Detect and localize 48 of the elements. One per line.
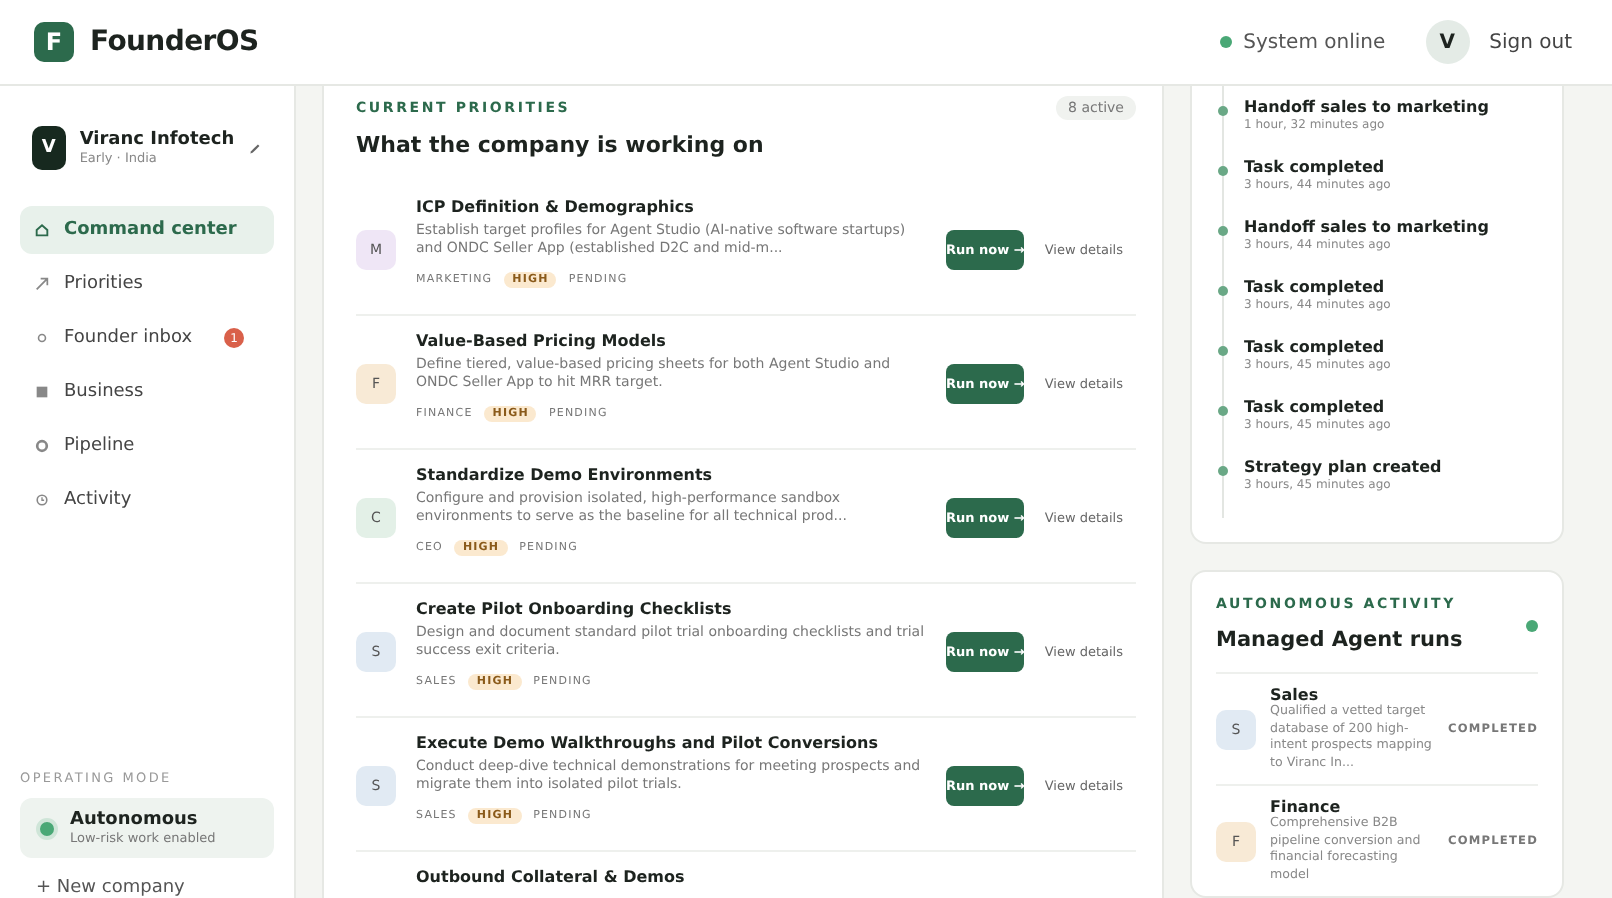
mode-title: Autonomous bbox=[70, 810, 200, 830]
card-title: Managed Agent runs bbox=[1216, 628, 1463, 652]
priority-title: Value-Based Pricing Models bbox=[416, 332, 668, 350]
app-name: FounderOS bbox=[90, 26, 259, 58]
timeline-dot-icon bbox=[1218, 106, 1228, 116]
new-company-link[interactable]: + New company bbox=[36, 878, 274, 898]
nav-item[interactable]: Command center bbox=[20, 206, 274, 254]
company-name: Viranc Infotech bbox=[79, 130, 235, 150]
agent-name: Sales bbox=[1270, 686, 1321, 704]
priority-title: Outbound Collateral & Demos bbox=[416, 868, 687, 886]
nav-item[interactable]: Activity bbox=[20, 476, 274, 524]
event-title: Task completed bbox=[1244, 338, 1387, 356]
home-icon bbox=[34, 222, 50, 238]
event-title: Task completed bbox=[1244, 278, 1387, 296]
pencil-icon[interactable] bbox=[248, 139, 262, 157]
agent-name: Finance bbox=[1270, 798, 1343, 816]
event-title: Handoff sales to marketing bbox=[1244, 218, 1489, 236]
timeline-dot-icon bbox=[1218, 466, 1228, 476]
nav-item[interactable]: Business bbox=[20, 368, 274, 416]
company-avatar: V bbox=[32, 126, 66, 170]
timeline-dot-icon bbox=[1218, 226, 1228, 236]
clock-icon bbox=[34, 492, 50, 508]
timeline-dot-icon bbox=[1218, 286, 1228, 296]
status-dot-icon bbox=[1219, 36, 1232, 48]
priority-title: ICP Definition & Demographics bbox=[416, 198, 696, 216]
arrow-icon bbox=[34, 276, 50, 292]
nav-item[interactable]: Pipeline bbox=[20, 422, 274, 470]
timeline-dot-icon bbox=[1218, 346, 1228, 356]
timeline-dot-icon bbox=[1218, 406, 1228, 416]
event-title: Task completed bbox=[1244, 158, 1387, 176]
system-status: System online bbox=[1243, 31, 1386, 53]
square-icon bbox=[34, 384, 50, 400]
circle-icon bbox=[34, 330, 50, 346]
status-dot-icon bbox=[36, 817, 58, 839]
timeline-dot-icon bbox=[1218, 166, 1228, 176]
priority-title: Execute Demo Walkthroughs and Pilot Conversions bbox=[416, 734, 880, 752]
sign-out-link[interactable]: Sign out bbox=[1489, 31, 1572, 53]
card-title: What the company is working on bbox=[356, 132, 766, 158]
priority-title: Create Pilot Onboarding Checklists bbox=[416, 600, 734, 618]
user-avatar[interactable]: V bbox=[1425, 20, 1470, 64]
gear-icon bbox=[34, 438, 50, 454]
priority-title: Standardize Demo Environments bbox=[416, 466, 715, 484]
logo-icon: F bbox=[34, 22, 74, 62]
status-dot-icon bbox=[1526, 620, 1538, 632]
event-title: Handoff sales to marketing bbox=[1244, 98, 1489, 116]
nav-item[interactable]: Priorities bbox=[20, 260, 274, 308]
event-title: Task completed bbox=[1244, 398, 1387, 416]
event-title: Strategy plan created bbox=[1244, 458, 1442, 476]
